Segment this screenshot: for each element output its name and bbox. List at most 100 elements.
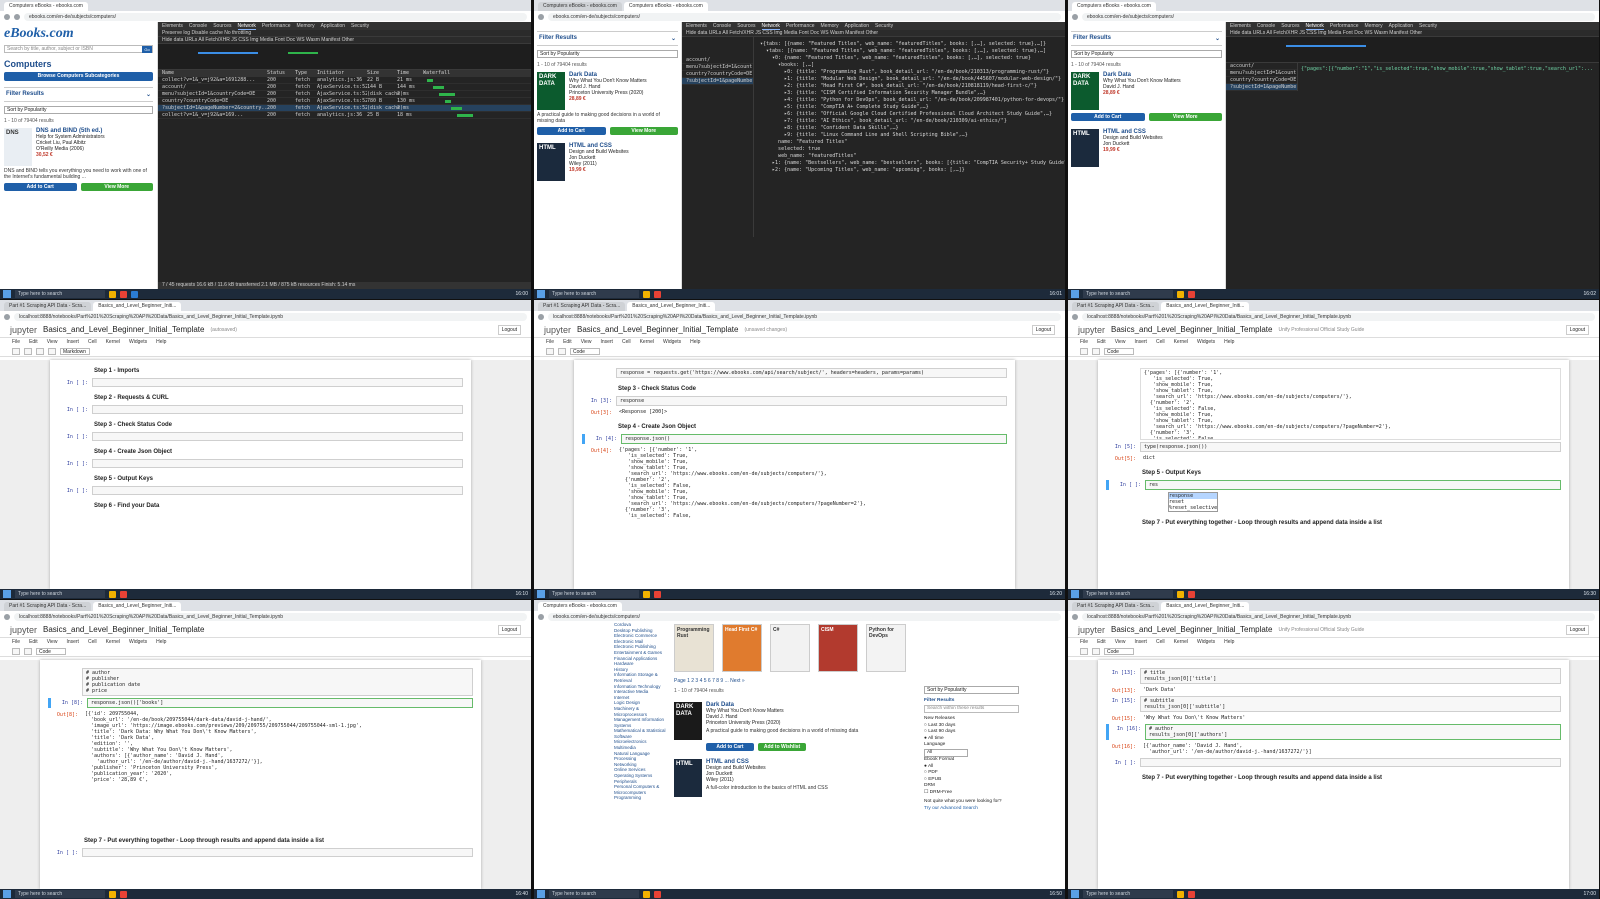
browser-tab[interactable]: Basics_and_Level_Beginner_Initi... (1161, 602, 1250, 611)
code-cell[interactable]: In [ ]: (58, 432, 463, 441)
devtools-tab[interactable]: Application (321, 22, 345, 30)
featured-book-cover[interactable]: Python for DevOps (866, 624, 906, 672)
run-icon[interactable] (558, 348, 566, 355)
notebook-title[interactable]: Basics_and_Level_Beginner_Initial_Templa… (43, 625, 204, 634)
notebook-title[interactable]: Basics_and_Level_Beginner_Initial_Templa… (577, 325, 738, 334)
featured-carousel[interactable]: Programming Rust Head First C# C# CISM Pytho… (674, 624, 965, 672)
category-link[interactable]: Natural Language Processing (614, 751, 669, 762)
jupyter-logo[interactable]: jupyter (10, 625, 37, 635)
save-icon[interactable] (12, 648, 20, 655)
category-list[interactable]: Cordova Desktop Publishing Electronic Comm… (614, 622, 669, 889)
network-row[interactable]: country?countryCode=DE 200 fetch AjaxServic… (158, 98, 531, 105)
json-preview-line[interactable]: ▸3: {title: "CISM Certified Information … (754, 90, 1065, 97)
devtools-tab[interactable]: Memory (297, 22, 315, 30)
language-select[interactable]: All (924, 748, 968, 757)
jupyter-logo[interactable]: jupyter (10, 325, 37, 335)
code-cell[interactable]: In [ ]: (48, 848, 473, 857)
json-preview-line[interactable]: ▸5: {title: "CompTIA A+ Complete Study G… (754, 104, 1065, 111)
add-to-cart-button[interactable]: Add to Cart (706, 743, 754, 751)
request-name[interactable]: menu?subjectId=1&countryCode=DE (1226, 70, 1297, 77)
run-icon[interactable] (48, 348, 56, 355)
book-item[interactable]: HTML HTML and CSS Design and Build Websit… (537, 143, 678, 181)
network-row[interactable]: collect?v=1&_v=j92&a=169... 200 fetch analy… (158, 112, 531, 119)
filter-within-input[interactable]: Search within these results (924, 704, 1019, 713)
view-more-button[interactable]: View More (609, 127, 678, 135)
json-preview-line[interactable]: ▸1: {title: "Modular Web Design", book_d… (754, 76, 1065, 83)
request-name-list[interactable]: account/menu?subjectId=1&countryCode=DEc… (682, 37, 754, 237)
logout-button[interactable]: Logout (497, 624, 521, 635)
category-link[interactable]: Machinery & Microprocessors (614, 706, 669, 717)
windows-start-icon[interactable] (537, 590, 545, 598)
browser-tab[interactable]: Computers eBooks - ebooks.com (1072, 2, 1156, 11)
json-preview-line[interactable]: selected: true (754, 146, 1065, 153)
json-preview-line[interactable]: ▸7: {title: "AI Ethics", book_detail_url… (754, 118, 1065, 125)
back-icon[interactable] (4, 613, 10, 620)
column-header[interactable]: Waterfall (423, 70, 531, 77)
jupyter-menu[interactable]: File Edit View Insert Cell Kernel Widgets Help (0, 638, 531, 647)
devtools-tab[interactable]: Elements (686, 22, 707, 30)
taskbar-search[interactable]: Type here to search (15, 890, 105, 898)
devtools-tab[interactable]: Memory (1365, 22, 1383, 30)
devtools-tab[interactable]: Console (189, 22, 207, 30)
logout-button[interactable]: Logout (1031, 324, 1055, 335)
browser-tab[interactable]: Computers eBooks - ebooks.com (623, 2, 708, 11)
run-icon[interactable] (1092, 648, 1100, 655)
windows-start-icon[interactable] (1071, 290, 1079, 298)
request-name-list[interactable]: account/menu?subjectId=1&countryCode=DEc… (1226, 63, 1298, 91)
devtools-tabs[interactable]: Elements Console Sources Network Performance… (158, 22, 531, 30)
book-cover[interactable]: DARK DATA (537, 72, 565, 110)
browser-tab[interactable]: Part #1 Scraping API Data - Scra... (4, 302, 92, 311)
column-header[interactable]: Type (295, 70, 317, 77)
address-bar[interactable]: ebooks.com/en-de/subjects/computers/ (548, 12, 1061, 21)
category-link[interactable]: Management Information Systems (614, 717, 669, 728)
address-bar[interactable]: localhost:8888/notebooks/Part%201%20Scra… (548, 312, 1061, 321)
jupyter-menu[interactable]: File Edit View Insert Cell Kernel Widgets Help (1068, 338, 1599, 347)
save-icon[interactable] (546, 348, 554, 355)
run-icon[interactable] (1092, 348, 1100, 355)
category-link[interactable]: Personal Computers & Microcomputers (614, 784, 669, 795)
taskbar-search[interactable]: Type here to search (549, 290, 639, 298)
featured-book-cover[interactable]: Head First C# (722, 624, 762, 672)
network-type-filter[interactable]: Hide data URLs All Fetch/XHR JS CSS Img … (1226, 30, 1599, 37)
filter-results-toggle[interactable]: Filter Results ⌄ (1071, 31, 1222, 46)
add-cell-icon[interactable] (24, 348, 32, 355)
browser-tab[interactable]: Part #1 Scraping API Data - Scra... (538, 302, 626, 311)
devtools-tab[interactable]: Application (845, 22, 869, 30)
json-preview-line[interactable]: ▸1: {name: "Bestsellers", web_name: "bes… (754, 160, 1065, 167)
search-input[interactable]: Search by title, author, subject or ISBN… (4, 45, 153, 53)
save-icon[interactable] (1080, 648, 1088, 655)
windows-start-icon[interactable] (1071, 890, 1079, 898)
request-name[interactable]: ?subjectId=1&pageNumber=2&country... (1226, 84, 1297, 91)
devtools-tab[interactable]: Performance (262, 22, 291, 30)
address-bar[interactable]: localhost:8888/notebooks/Part%201%20Scra… (1082, 312, 1595, 321)
sort-select[interactable]: Sort by Popularity (537, 50, 678, 58)
code-cell-active[interactable]: In [ ]: res (1106, 480, 1561, 490)
add-to-wishlist-button[interactable]: Add to Wishlist (758, 743, 806, 751)
notebook-title[interactable]: Basics_and_Level_Beginner_Initial_Templa… (43, 325, 204, 334)
autocomplete-popup[interactable]: response reset %reset_selective (1168, 492, 1218, 512)
view-more-button[interactable]: View More (1148, 113, 1222, 121)
cut-icon[interactable] (36, 348, 44, 355)
browser-tab[interactable]: Part #1 Scraping API Data - Scra... (1072, 602, 1160, 611)
windows-start-icon[interactable] (537, 890, 545, 898)
jupyter-logo[interactable]: jupyter (1078, 325, 1105, 335)
ebooks-logo[interactable]: eBooks.com (4, 26, 153, 42)
devtools-tab[interactable]: Network (1305, 22, 1324, 30)
devtools-tab[interactable]: Sources (1281, 22, 1299, 30)
back-icon[interactable] (1072, 613, 1078, 620)
back-icon[interactable] (1072, 13, 1078, 20)
code-cell-active[interactable]: In [16]: # author results_json[0]['author… (1106, 724, 1561, 740)
reload-icon[interactable] (14, 13, 20, 20)
devtools-tab[interactable]: Sources (213, 22, 231, 30)
back-icon[interactable] (538, 613, 544, 620)
book-item[interactable]: DARK DATA Dark Data Why What You Don't Kn… (1071, 72, 1222, 110)
code-cell[interactable]: In [ ]: (58, 459, 463, 468)
code-cell[interactable]: In [3]: response (582, 396, 1007, 406)
code-cell[interactable]: response = requests.get('https://www.ebo… (582, 368, 1007, 378)
browser-tab[interactable]: Part #1 Scraping API Data - Scra... (1072, 302, 1160, 311)
browser-tab[interactable]: Basics_and_Level_Beginner_Initi... (627, 302, 716, 311)
browser-tab[interactable]: Part #1 Scraping API Data - Scra... (4, 602, 92, 611)
code-cell[interactable]: In [ ]: (58, 486, 463, 495)
address-bar[interactable]: ebooks.com/en-de/subjects/computers/ (548, 612, 1061, 621)
sort-select[interactable]: Sort by Popularity (1071, 50, 1222, 58)
